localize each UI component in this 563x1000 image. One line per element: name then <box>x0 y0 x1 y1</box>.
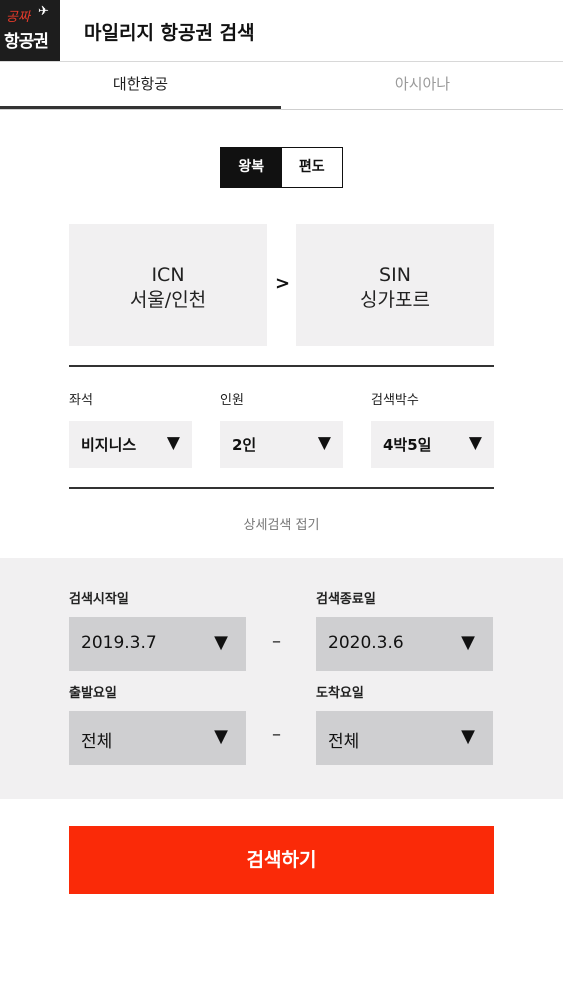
stay-value: 4박5일 <box>383 436 432 454</box>
arrival-city-box[interactable]: SIN 싱가포르 <box>296 224 494 346</box>
one-way-button[interactable]: 편도 <box>281 148 342 187</box>
departure-day-select[interactable]: 전체 ▼ <box>69 711 246 765</box>
trip-type-toggle: 왕복 편도 <box>220 147 343 188</box>
airline-tabs: 대한항공 아시아나 <box>0 62 563 110</box>
departure-day-value: 전체 <box>81 732 113 752</box>
departure-code: ICN <box>151 264 185 286</box>
chevron-down-icon: ▼ <box>214 726 228 747</box>
chevron-down-icon: ▼ <box>468 433 482 453</box>
departure-city-box[interactable]: ICN 서울/인천 <box>69 224 267 346</box>
passengers-select[interactable]: 2인 ▼ <box>220 421 343 468</box>
arrival-day-label: 도착요일 <box>316 686 364 701</box>
arrival-name: 싱가포르 <box>360 289 430 311</box>
end-date-select[interactable]: 2020.3.6 ▼ <box>316 617 493 671</box>
passengers-label: 인원 <box>220 393 244 408</box>
end-date-value: 2020.3.6 <box>328 633 404 653</box>
route-arrow-icon: > <box>275 273 291 294</box>
app-header: 공짜 ✈ 항공권 마일리지 항공권 검색 <box>0 0 563 62</box>
divider <box>69 487 494 489</box>
date-range-dash: – <box>272 631 281 652</box>
start-date-value: 2019.3.7 <box>81 633 157 653</box>
divider <box>69 365 494 367</box>
stay-select[interactable]: 4박5일 ▼ <box>371 421 494 468</box>
page-title: 마일리지 항공권 검색 <box>84 22 255 44</box>
end-date-label: 검색종료일 <box>316 592 376 607</box>
logo-text-top: 공짜 <box>6 10 30 25</box>
chevron-down-icon: ▼ <box>461 726 475 747</box>
tab-korean-air[interactable]: 대한항공 <box>0 62 281 109</box>
chevron-down-icon: ▼ <box>214 632 228 653</box>
chevron-down-icon: ▼ <box>461 632 475 653</box>
start-date-label: 검색시작일 <box>69 592 129 607</box>
arrival-day-select[interactable]: 전체 ▼ <box>316 711 493 765</box>
seat-label: 좌석 <box>69 393 93 408</box>
seat-select[interactable]: 비지니스 ▼ <box>69 421 192 468</box>
tab-asiana[interactable]: 아시아나 <box>282 62 563 109</box>
airplane-icon: ✈ <box>38 4 49 19</box>
chevron-down-icon: ▼ <box>317 433 331 453</box>
arrival-day-value: 전체 <box>328 732 360 752</box>
start-date-select[interactable]: 2019.3.7 ▼ <box>69 617 246 671</box>
passengers-value: 2인 <box>232 436 257 454</box>
arrival-code: SIN <box>379 264 411 286</box>
day-range-dash: – <box>272 724 281 745</box>
departure-name: 서울/인천 <box>129 289 207 311</box>
departure-day-label: 출발요일 <box>69 686 117 701</box>
logo-text-bottom: 항공권 <box>4 32 49 52</box>
app-logo[interactable]: 공짜 ✈ 항공권 <box>0 0 60 61</box>
collapse-detail-link[interactable]: 상세검색 접기 <box>0 514 563 533</box>
chevron-down-icon: ▼ <box>166 433 180 453</box>
round-trip-button[interactable]: 왕복 <box>221 148 282 187</box>
search-button[interactable]: 검색하기 <box>69 826 494 894</box>
detail-search-panel: 검색시작일 검색종료일 2019.3.7 ▼ – 2020.3.6 ▼ 출발요일… <box>0 558 563 799</box>
stay-label: 검색박수 <box>371 393 419 408</box>
seat-value: 비지니스 <box>81 436 137 454</box>
